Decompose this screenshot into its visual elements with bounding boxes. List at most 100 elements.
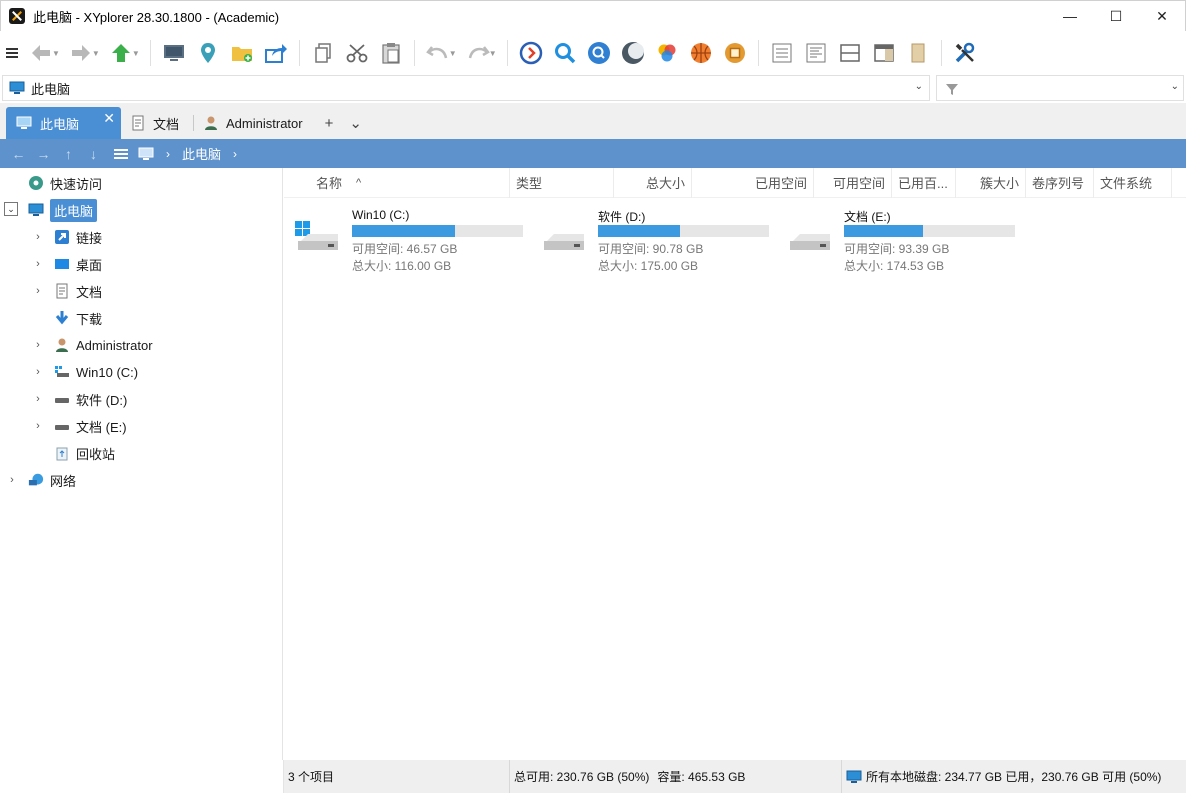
- tree-item-drive-e[interactable]: › 文档 (E:): [32, 414, 126, 438]
- share-button[interactable]: [259, 36, 293, 70]
- details-layout-icon: [806, 43, 826, 63]
- title-bar: 此电脑 - XYplorer 28.30.1800 - (Academic) —…: [0, 0, 1186, 31]
- search-button[interactable]: [548, 36, 582, 70]
- crumb-separator[interactable]: ›: [166, 147, 170, 161]
- find-files-button[interactable]: [582, 36, 616, 70]
- redo-button[interactable]: [461, 36, 495, 70]
- tab-close-icon[interactable]: ✕: [103, 110, 115, 127]
- expand-icon[interactable]: ›: [32, 258, 44, 270]
- drive-tile-c[interactable]: Win10 (C:) 可用空间: 46.57 GB 总大小: 116.00 GB: [294, 206, 534, 273]
- col-filesystem[interactable]: 文件系统: [1094, 167, 1172, 198]
- tab-this-pc[interactable]: 此电脑 ✕: [6, 107, 121, 139]
- tree-item-label: 文档: [76, 284, 103, 300]
- color-filter-button[interactable]: [650, 36, 684, 70]
- tree-item-label: Administrator: [76, 337, 153, 353]
- tree-item-recycle-bin[interactable]: 回收站: [32, 441, 115, 465]
- location-button[interactable]: [191, 36, 225, 70]
- paste-button[interactable]: [374, 36, 408, 70]
- expand-icon[interactable]: ›: [6, 474, 18, 486]
- column-header: 名称 ^ 类型 总大小 已用空间 可用空间 已用百... 簇大小 卷序列号 文件…: [284, 167, 1186, 198]
- col-cluster-size[interactable]: 簇大小: [956, 167, 1026, 198]
- computer-button[interactable]: [157, 36, 191, 70]
- up-button[interactable]: [104, 36, 138, 70]
- close-button[interactable]: ✕: [1139, 1, 1185, 31]
- drive-tile-e[interactable]: 文档 (E:) 可用空间: 93.39 GB 总大小: 174.53 GB: [786, 206, 1026, 273]
- crumb-up-icon[interactable]: ↑: [56, 146, 81, 162]
- expand-icon[interactable]: ›: [32, 366, 44, 378]
- dual-pane-button[interactable]: [833, 36, 867, 70]
- address-dropdown-icon[interactable]: ⌄: [915, 81, 923, 92]
- collapse-icon[interactable]: ⌄: [4, 202, 18, 216]
- drive-total-size: 总大小: 116.00 GB: [352, 259, 452, 273]
- tree-item-documents[interactable]: › 文档: [32, 279, 102, 303]
- arrow-up-icon: [111, 44, 130, 62]
- cut-button[interactable]: [340, 36, 374, 70]
- col-serial[interactable]: 卷序列号: [1026, 167, 1094, 198]
- computer-icon[interactable]: [138, 147, 154, 161]
- drive-total-size: 总大小: 174.53 GB: [844, 259, 945, 273]
- undo-button[interactable]: [421, 36, 455, 70]
- tab-documents[interactable]: 文档: [121, 107, 193, 139]
- expand-icon[interactable]: ›: [32, 393, 44, 405]
- forward-button[interactable]: [64, 36, 98, 70]
- nav-panel-button[interactable]: [867, 36, 901, 70]
- window-controls: — ☐ ✕: [1047, 1, 1185, 31]
- preview-button[interactable]: [718, 36, 752, 70]
- crumb-forward-icon[interactable]: →: [31, 146, 56, 162]
- maximize-button[interactable]: ☐: [1093, 1, 1139, 31]
- clipboard-icon: [382, 43, 400, 64]
- tree-item-drive-d[interactable]: › 软件 (D:): [32, 387, 127, 411]
- tree-item-administrator[interactable]: › Administrator: [32, 333, 153, 357]
- split-horizontal-icon: [839, 44, 860, 62]
- col-name[interactable]: 名称 ^: [284, 167, 510, 198]
- tab-administrator[interactable]: Administrator: [194, 107, 317, 139]
- expand-icon[interactable]: ›: [32, 285, 44, 297]
- filter-dropdown-icon[interactable]: ⌄: [1171, 81, 1179, 92]
- find-icon: [587, 42, 610, 64]
- minimize-button[interactable]: —: [1047, 1, 1093, 31]
- new-folder-button[interactable]: [225, 36, 259, 70]
- crumb-this-pc[interactable]: 此电脑: [182, 144, 221, 163]
- expand-icon[interactable]: ›: [32, 420, 44, 432]
- tags-button[interactable]: [684, 36, 718, 70]
- tree-item-links[interactable]: › 链接: [32, 225, 102, 249]
- tree-item-desktop[interactable]: › 桌面: [32, 252, 102, 276]
- layout-list-button[interactable]: [765, 36, 799, 70]
- tools-icon: [955, 42, 974, 63]
- tab-bar: 此电脑 ✕ 文档 Administrator + ⌄: [0, 103, 1186, 139]
- tree-item-label: 网络: [50, 473, 77, 489]
- copy-button[interactable]: [306, 36, 340, 70]
- col-free-space[interactable]: 可用空间: [814, 167, 892, 198]
- tree-item-downloads[interactable]: 下载: [32, 306, 102, 330]
- crumb-down-icon[interactable]: ↓: [81, 146, 106, 162]
- col-type[interactable]: 类型: [510, 167, 614, 198]
- settings-button[interactable]: [948, 36, 982, 70]
- crumb-back-icon[interactable]: ←: [6, 146, 31, 162]
- crumb-menu-icon[interactable]: [114, 148, 128, 159]
- expand-icon[interactable]: ›: [32, 339, 44, 351]
- tree-item-this-pc[interactable]: 此电脑: [28, 198, 98, 222]
- filter-box[interactable]: ⌄: [936, 75, 1184, 101]
- address-bar[interactable]: 此电脑 ⌄: [2, 75, 930, 101]
- drive-tile-d[interactable]: 软件 (D:) 可用空间: 90.78 GB 总大小: 175.00 GB: [540, 206, 780, 273]
- layout-details-button[interactable]: [799, 36, 833, 70]
- menu-icon[interactable]: [6, 48, 18, 58]
- go-button[interactable]: [514, 36, 548, 70]
- tree-item-network[interactable]: › 网络: [6, 468, 76, 492]
- col-used-space[interactable]: 已用空间: [692, 167, 814, 198]
- tree-item-quick-access[interactable]: 快速访问: [28, 171, 102, 195]
- tree-item-drive-c[interactable]: › Win10 (C:): [32, 360, 138, 384]
- new-tab-button[interactable]: +: [317, 107, 342, 139]
- drive-free-space: 可用空间: 90.78 GB: [598, 242, 704, 256]
- drive-usage-fill: [844, 225, 923, 237]
- info-panel-button[interactable]: [901, 36, 935, 70]
- col-name-label: 名称: [316, 176, 343, 191]
- back-button[interactable]: [24, 36, 58, 70]
- dark-mode-button[interactable]: [616, 36, 650, 70]
- expand-icon[interactable]: ›: [32, 231, 44, 243]
- col-used-percent[interactable]: 已用百...: [892, 167, 956, 198]
- crumb-separator[interactable]: ›: [233, 147, 237, 161]
- tab-list-button[interactable]: ⌄: [341, 107, 370, 139]
- col-total-size[interactable]: 总大小: [614, 167, 692, 198]
- drive-usage-fill: [598, 225, 681, 237]
